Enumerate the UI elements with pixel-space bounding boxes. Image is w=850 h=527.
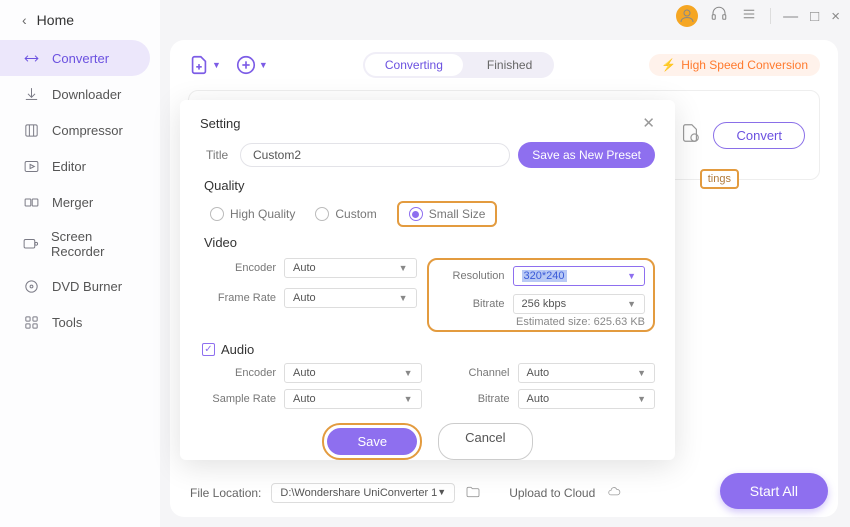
sidebar-item-screen-recorder[interactable]: Screen Recorder [0,220,150,268]
sidebar-item-label: Merger [52,195,93,210]
close-icon[interactable]: ✕ [642,114,655,132]
radio-custom[interactable]: Custom [315,207,376,221]
dvd-burner-icon [22,277,40,295]
audio-header: Audio [221,342,254,357]
compressor-icon [22,121,40,139]
sidebar-item-label: Compressor [52,123,123,138]
sidebar-item-compressor[interactable]: Compressor [0,112,150,148]
converter-icon [22,49,40,67]
output-settings-icon[interactable] [679,122,701,149]
sidebar-item-dvd-burner[interactable]: DVD Burner [0,268,150,304]
sidebar-item-label: Converter [52,51,109,66]
tab-finished[interactable]: Finished [465,52,554,78]
video-resolution-select[interactable]: 320*240▼ [513,266,646,286]
sidebar-item-label: Tools [52,315,82,330]
cloud-icon[interactable] [605,485,623,502]
lightning-icon: ⚡ [661,58,676,72]
user-avatar[interactable] [676,5,698,27]
video-bitrate-label: Bitrate [437,298,505,310]
modal-title: Setting [200,116,240,131]
audio-samplerate-select[interactable]: Auto▼ [284,389,422,409]
save-button[interactable]: Save [327,428,417,455]
high-speed-label: High Speed Conversion [681,58,808,72]
sidebar-item-tools[interactable]: Tools [0,304,150,340]
video-bitrate-select[interactable]: 256 kbps▼ [513,294,646,314]
audio-samplerate-label: Sample Rate [208,393,276,405]
chevron-down-icon: ▼ [212,60,221,70]
title-input[interactable] [240,143,510,167]
close-button[interactable]: × [831,8,840,25]
estimated-size: Estimated size: 625.63 KB [437,316,646,328]
save-highlight: Save [322,423,422,460]
video-header: Video [204,235,655,250]
high-speed-badge[interactable]: ⚡ High Speed Conversion [649,54,820,76]
radio-high-quality[interactable]: High Quality [210,207,295,221]
audio-encoder-label: Encoder [208,367,276,379]
audio-checkbox[interactable]: ✓ [202,343,215,356]
home-back[interactable]: ‹ Home [0,4,160,40]
sidebar-item-merger[interactable]: Merger [0,184,150,220]
resolution-highlight: Resolution 320*240▼ Bitrate 256 kbps▼ Es… [427,258,656,332]
audio-bitrate-label: Bitrate [442,393,510,405]
sidebar-item-label: Downloader [52,87,121,102]
convert-button[interactable]: Convert [713,122,805,149]
divider [770,8,771,24]
settings-modal: Setting ✕ Title Save as New Preset Quali… [180,100,675,460]
video-resolution-label: Resolution [437,270,505,282]
merger-icon [22,193,40,211]
audio-bitrate-select[interactable]: Auto▼ [518,389,656,409]
sidebar-item-label: Editor [52,159,86,174]
save-preset-button[interactable]: Save as New Preset [518,142,655,168]
download-icon [22,85,40,103]
tools-icon [22,313,40,331]
sidebar-item-label: DVD Burner [52,279,122,294]
sidebar: ‹ Home Converter Downloader Compressor E… [0,0,160,527]
file-location-label: File Location: [190,486,261,500]
video-encoder-label: Encoder [208,262,276,274]
video-framerate-label: Frame Rate [208,292,276,304]
add-file-button[interactable]: ▼ [188,54,221,76]
title-label: Title [200,148,232,162]
open-folder-icon[interactable] [465,484,481,503]
quality-header: Quality [204,178,655,193]
audio-channel-label: Channel [442,367,510,379]
video-framerate-select[interactable]: Auto▼ [284,288,417,308]
home-label: Home [37,12,74,28]
tab-toggle: Converting Finished [363,52,554,78]
audio-header-row: ✓ Audio [202,342,655,357]
start-all-button[interactable]: Start All [720,473,828,509]
add-folder-button[interactable]: ▼ [235,54,268,76]
sidebar-item-downloader[interactable]: Downloader [0,76,150,112]
radio-small-size[interactable]: Small Size [409,207,486,221]
audio-encoder-select[interactable]: Auto▼ [284,363,422,383]
maximize-button[interactable]: □ [810,8,819,25]
sidebar-item-label: Screen Recorder [51,229,138,259]
cancel-button[interactable]: Cancel [438,423,532,460]
upload-cloud-label: Upload to Cloud [509,486,595,500]
tab-converting[interactable]: Converting [365,54,463,76]
headset-icon[interactable] [710,5,728,28]
audio-channel-select[interactable]: Auto▼ [518,363,656,383]
topbar: ▼ ▼ Converting Finished ⚡ High Speed Con… [188,52,820,78]
sidebar-item-editor[interactable]: Editor [0,148,150,184]
settings-tag: tings [700,169,739,189]
video-encoder-select[interactable]: Auto▼ [284,258,417,278]
chevron-down-icon: ▼ [259,60,268,70]
minimize-button[interactable]: — [783,8,798,25]
file-location-select[interactable]: D:\Wondershare UniConverter 1 ▼ [271,483,455,503]
chevron-left-icon: ‹ [22,12,27,28]
editor-icon [22,157,40,175]
menu-icon[interactable] [740,5,758,28]
screen-recorder-icon [22,235,39,253]
sidebar-item-converter[interactable]: Converter [0,40,150,76]
small-size-highlight: Small Size [397,201,498,227]
